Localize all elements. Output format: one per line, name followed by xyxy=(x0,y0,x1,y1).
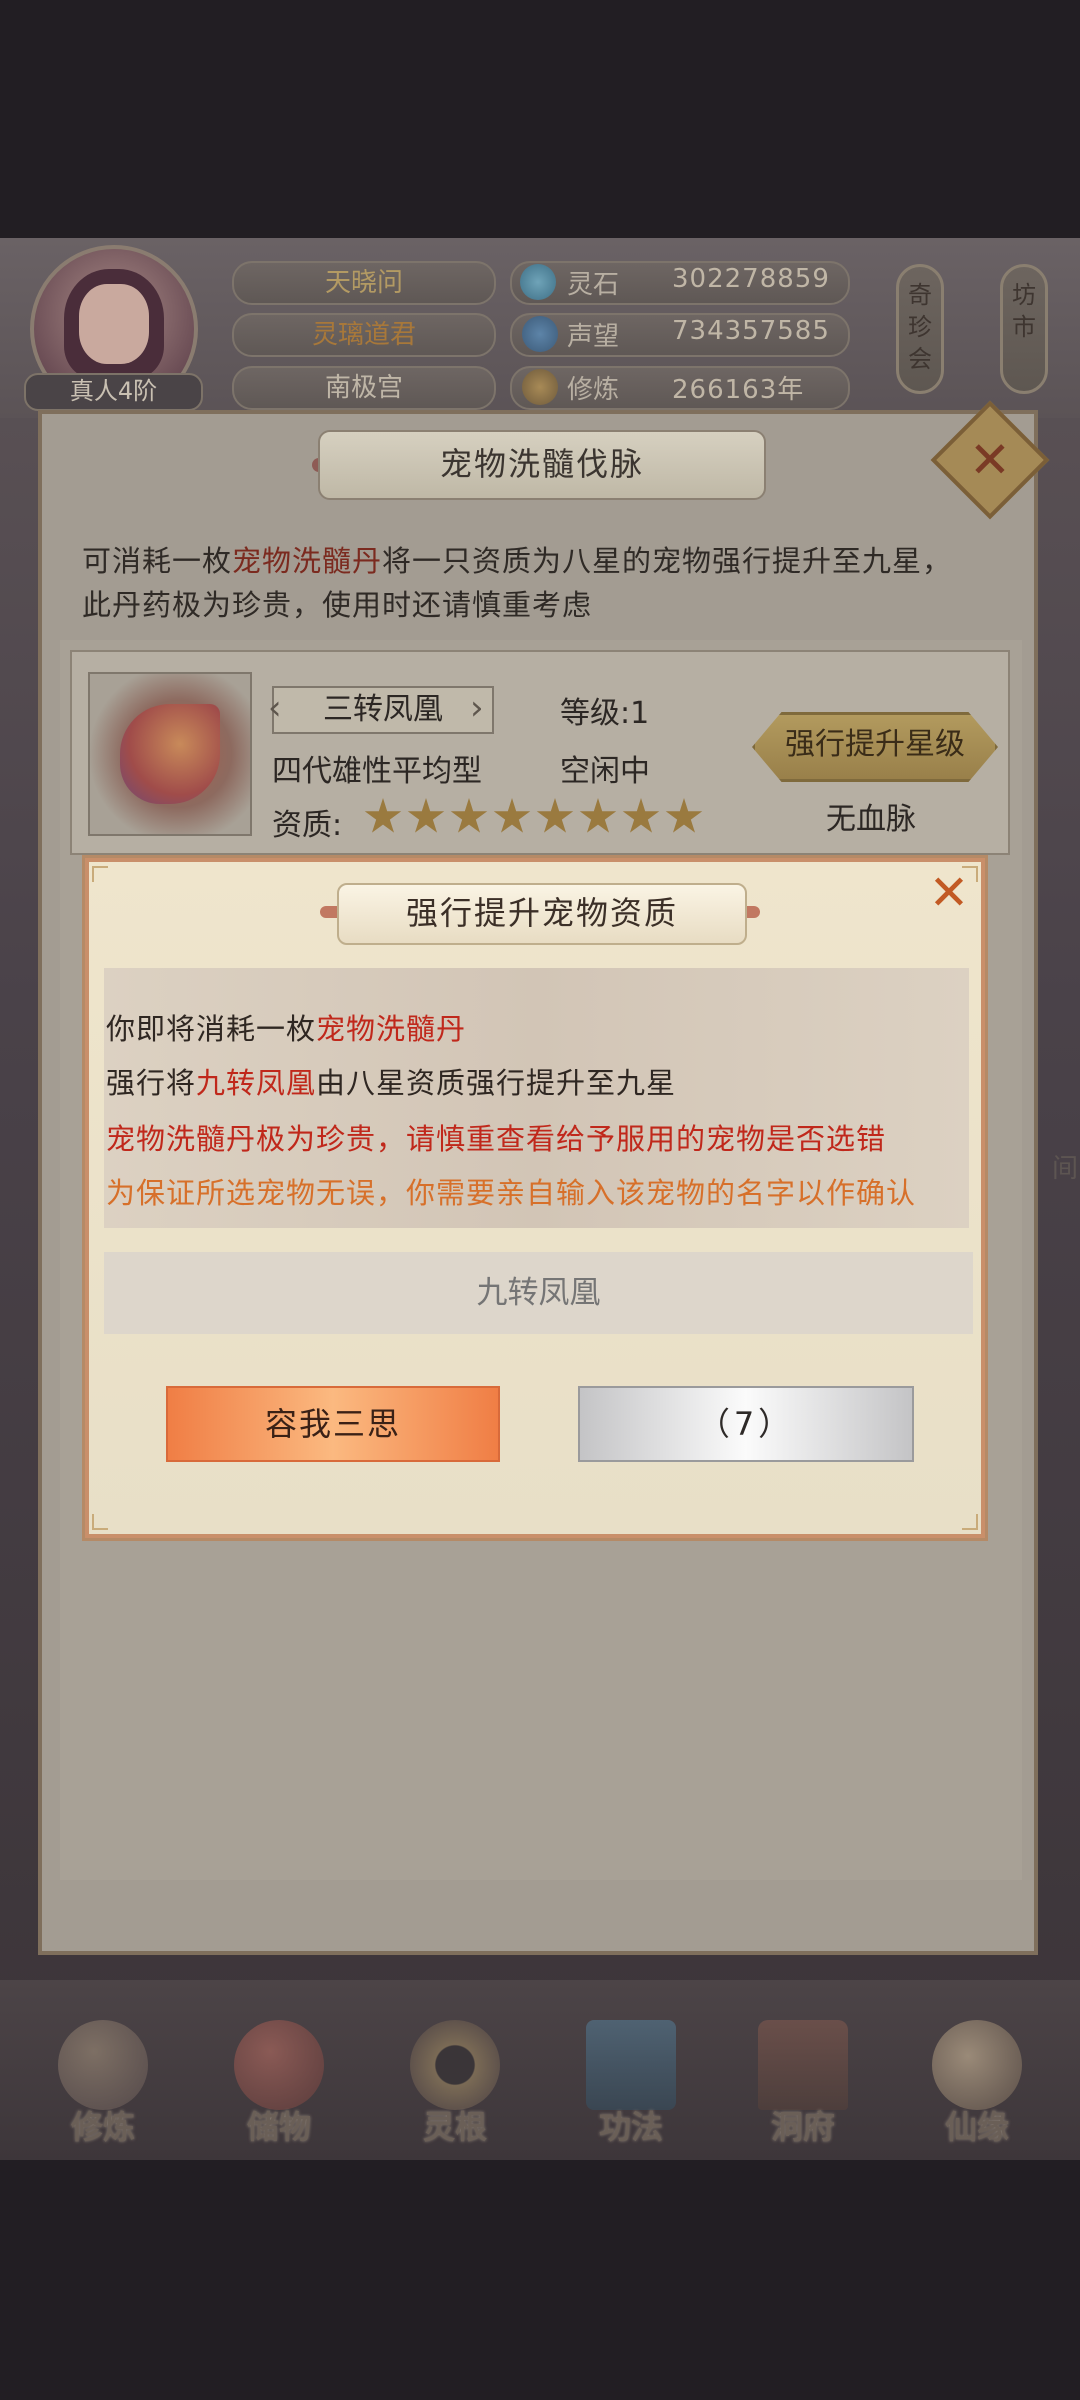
cultivate-icon xyxy=(58,2020,148,2110)
chevron-right-icon[interactable]: › xyxy=(470,688,484,728)
market-button[interactable]: 坊市 xyxy=(1000,264,1048,394)
dialog-corner xyxy=(92,866,108,882)
pet-name-confirm-input[interactable] xyxy=(104,1252,973,1334)
spirit-root-icon xyxy=(410,2020,500,2110)
reputation-icon xyxy=(522,316,558,352)
pet-status: 空闲中 xyxy=(560,754,650,789)
player-name: 天晓问 xyxy=(232,261,496,305)
cancel-button[interactable]: 容我三思 xyxy=(166,1386,500,1462)
desc-item-name: 宠物洗髓丹 xyxy=(232,544,383,578)
dialog-corner xyxy=(962,1514,978,1530)
nav-storage[interactable]: 储物 xyxy=(214,2020,344,2150)
stat-reputation-label: 声望 xyxy=(567,322,620,352)
panel-description-line2: 此丹药极为珍贵，使用时还请慎重考虑 xyxy=(82,588,593,622)
pet-level-value: 1 xyxy=(630,696,650,731)
nav-fate-label: 仙缘 xyxy=(944,2108,1009,2146)
close-icon: ✕ xyxy=(969,431,1011,489)
pet-bloodline: 无血脉 xyxy=(826,802,916,837)
nav-cultivate[interactable]: 修炼 xyxy=(38,2020,168,2150)
fate-gourd-icon xyxy=(932,2020,1022,2110)
pet-type: 四代雄性平均型 xyxy=(272,754,482,789)
dialog-text: 强行将 xyxy=(106,1066,197,1100)
storage-bag-icon xyxy=(234,2020,324,2110)
nav-storage-label: 储物 xyxy=(246,2108,311,2146)
nav-techniques-label: 功法 xyxy=(598,2108,663,2146)
cave-house-icon xyxy=(758,2020,848,2110)
dialog-item-name: 宠物洗髓丹 xyxy=(316,1012,467,1046)
player-sect: 南极宫 xyxy=(232,366,496,410)
cultivation-icon xyxy=(522,369,558,405)
nav-cave[interactable]: 洞府 xyxy=(738,2020,868,2150)
close-icon: ✕ xyxy=(928,865,970,921)
technique-book-icon xyxy=(586,2020,676,2110)
desc-text: 可消耗一枚 xyxy=(82,544,233,578)
stat-cultivation-label: 修炼 xyxy=(567,375,620,405)
dialog-line-1: 你即将消耗一枚宠物洗髓丹 xyxy=(106,1006,466,1048)
nav-techniques[interactable]: 功法 xyxy=(566,2020,696,2150)
spirit-stone-icon xyxy=(520,264,556,300)
pet-name-selector[interactable]: 三转凤凰 xyxy=(272,686,494,734)
stat-spirit-stone-value: 302278859 xyxy=(672,264,830,294)
dialog-line-2: 强行将九转凤凰由八星资质强行提升至九星 xyxy=(106,1060,676,1102)
confirm-countdown-button[interactable]: （7） xyxy=(578,1386,914,1462)
desc-text: 将一只资质为八星的宠物强行提升至九星， xyxy=(382,544,953,578)
pet-level: 等级:1 xyxy=(560,688,649,732)
nav-spirit-root-label: 灵根 xyxy=(422,2108,487,2146)
phoenix-icon xyxy=(120,704,220,804)
dialog-confirm-instruction: 为保证所选宠物无误，你需要亲自输入该宠物的名字以作确认 xyxy=(106,1176,917,1210)
dialog-text: 由八星资质强行提升至九星 xyxy=(316,1066,677,1100)
nav-fate[interactable]: 仙缘 xyxy=(912,2020,1042,2150)
stat-reputation-value: 734357585 xyxy=(672,316,830,346)
chevron-left-icon[interactable]: ‹ xyxy=(268,688,282,728)
panel-title: 宠物洗髓伐脉 xyxy=(318,430,766,500)
pet-level-label: 等级: xyxy=(560,696,631,731)
pet-portrait[interactable] xyxy=(88,672,252,836)
force-upgrade-star-button[interactable]: 强行提升星级 xyxy=(752,712,998,782)
dialog-pet-name: 九转凤凰 xyxy=(196,1066,317,1100)
player-title: 灵璃道君 xyxy=(232,313,496,357)
stat-cultivation-value: 266163年 xyxy=(672,375,805,405)
dialog-corner xyxy=(92,1514,108,1530)
edge-text: 间 xyxy=(1052,1154,1079,1184)
nav-cave-label: 洞府 xyxy=(770,2108,835,2146)
stat-spirit-stone-label: 灵石 xyxy=(567,270,620,300)
dialog-close-button[interactable]: ✕ xyxy=(924,868,974,918)
dialog-text: 你即将消耗一枚 xyxy=(106,1012,317,1046)
nav-cultivate-label: 修炼 xyxy=(70,2108,135,2146)
dialog-warning-line: 宠物洗髓丹极为珍贵，请慎重查看给予服用的宠物是否选错 xyxy=(106,1122,887,1156)
pet-name: 三转凤凰 xyxy=(323,692,443,727)
panel-description-line1: 可消耗一枚宠物洗髓丹将一只资质为八星的宠物强行提升至九星， xyxy=(82,538,952,580)
avatar-face xyxy=(79,284,149,364)
nav-spirit-root[interactable]: 灵根 xyxy=(390,2020,520,2150)
rare-auction-button[interactable]: 奇珍会 xyxy=(896,264,944,394)
player-rank: 真人4阶 xyxy=(24,373,203,411)
dialog-title: 强行提升宠物资质 xyxy=(337,883,747,945)
pet-aptitude-label: 资质: xyxy=(272,808,343,843)
